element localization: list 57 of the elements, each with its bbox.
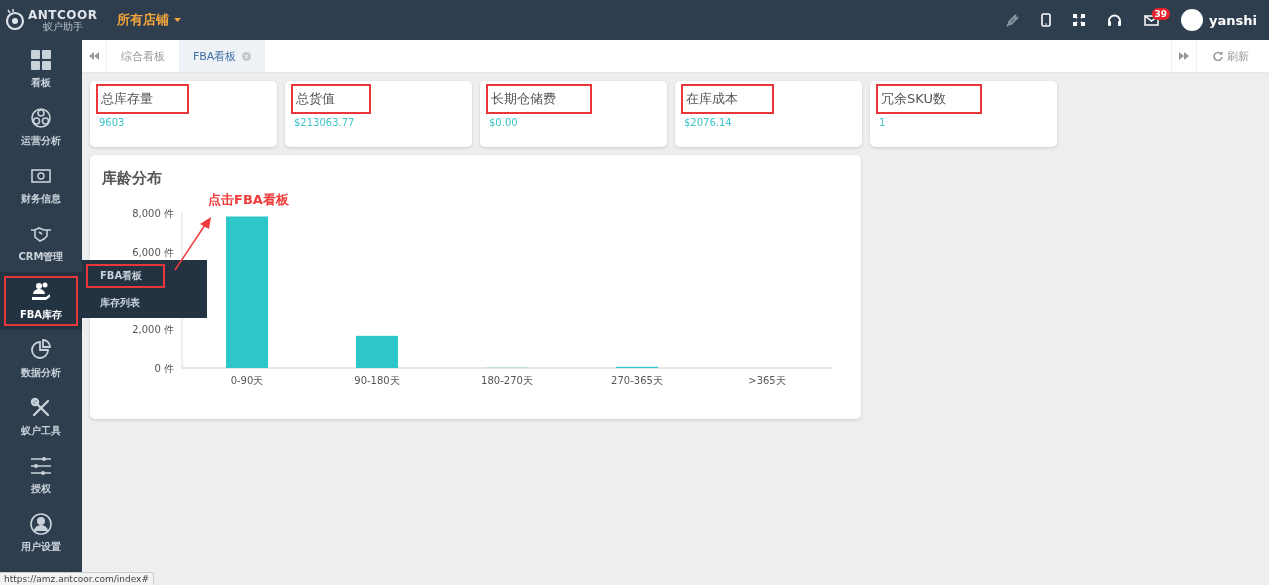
stat-title: 在库成本 bbox=[681, 84, 774, 114]
store-dropdown[interactable]: 所有店铺 bbox=[117, 11, 182, 29]
chart-title: 库龄分布 bbox=[102, 169, 163, 188]
stat-value: $2076.14 bbox=[683, 117, 733, 128]
nodes-icon bbox=[30, 106, 52, 129]
logo-text: ANTCOOR bbox=[28, 8, 98, 21]
stat-title: 总货值 bbox=[291, 84, 371, 114]
stat-value: $0.00 bbox=[488, 117, 519, 128]
stat-title: 冗余SKU数 bbox=[876, 84, 982, 114]
people-icon bbox=[30, 280, 52, 303]
sidebar-item[interactable]: 用户设置 bbox=[0, 504, 82, 562]
notification-badge: 39 bbox=[1151, 7, 1171, 20]
axis-tick-label: 0 件 bbox=[154, 363, 174, 374]
user-icon bbox=[30, 512, 52, 535]
logo-icon bbox=[4, 9, 26, 31]
axis-category-label: >365天 bbox=[748, 375, 786, 386]
plug-icon[interactable] bbox=[1005, 13, 1020, 27]
phone-icon[interactable] bbox=[1041, 13, 1052, 27]
sidebar-item[interactable]: 财务信息 bbox=[0, 156, 82, 214]
axis-tick-label: 8,000 件 bbox=[132, 208, 174, 219]
fast-forward-icon[interactable] bbox=[1179, 52, 1189, 60]
sidebar-item[interactable]: 授权 bbox=[0, 446, 82, 504]
status-url: https://amz.antcoor.com/index# bbox=[0, 572, 154, 585]
sidebar-item[interactable]: FBA库存 bbox=[0, 272, 82, 330]
stat-value: $213063.77 bbox=[293, 117, 356, 128]
annotation-text: 点击FBA看板 bbox=[208, 191, 289, 209]
stat-title: 总库存量 bbox=[96, 84, 189, 114]
axis-category-label: 180-270天 bbox=[481, 375, 533, 386]
submenu-item[interactable]: 库存列表 bbox=[86, 290, 165, 315]
sidebar-item[interactable]: 看板 bbox=[0, 40, 82, 98]
user-name[interactable]: yanshi bbox=[1209, 12, 1257, 28]
stat-title: 长期仓储费 bbox=[486, 84, 592, 114]
headset-icon[interactable] bbox=[1107, 13, 1123, 27]
sidebar-item[interactable]: 运营分析 bbox=[0, 98, 82, 156]
sidebar-item[interactable]: CRM管理 bbox=[0, 214, 82, 272]
axis-category-label: 90-180天 bbox=[354, 375, 400, 386]
rewind-icon[interactable] bbox=[89, 52, 99, 60]
axis-category-label: 0-90天 bbox=[230, 375, 264, 386]
submenu-item[interactable]: FBA看板 bbox=[86, 263, 165, 288]
annotation-arrow bbox=[172, 215, 214, 273]
stat-value: 1 bbox=[878, 117, 887, 128]
axis-category-label: 270-365天 bbox=[611, 375, 663, 386]
avatar[interactable] bbox=[1181, 9, 1204, 31]
tools-icon bbox=[30, 396, 52, 419]
grid-icon bbox=[30, 48, 52, 71]
fullscreen-icon[interactable] bbox=[1073, 14, 1086, 26]
logo-subtitle: 蚁户助手 bbox=[42, 21, 83, 32]
stat-value: 9603 bbox=[98, 117, 126, 128]
tab[interactable]: FBA看板 bbox=[179, 40, 266, 72]
axis-tick-label: 2,000 件 bbox=[132, 324, 174, 336]
pie-chart-icon bbox=[30, 338, 52, 361]
sidebar-item[interactable]: 数据分析 bbox=[0, 330, 82, 388]
axis-tick-label: 6,000 件 bbox=[132, 246, 174, 258]
sliders-icon bbox=[30, 454, 52, 477]
caret-icon bbox=[174, 18, 182, 22]
sidebar-item[interactable]: 蚁户工具 bbox=[0, 388, 82, 446]
refresh-icon bbox=[1213, 51, 1223, 61]
